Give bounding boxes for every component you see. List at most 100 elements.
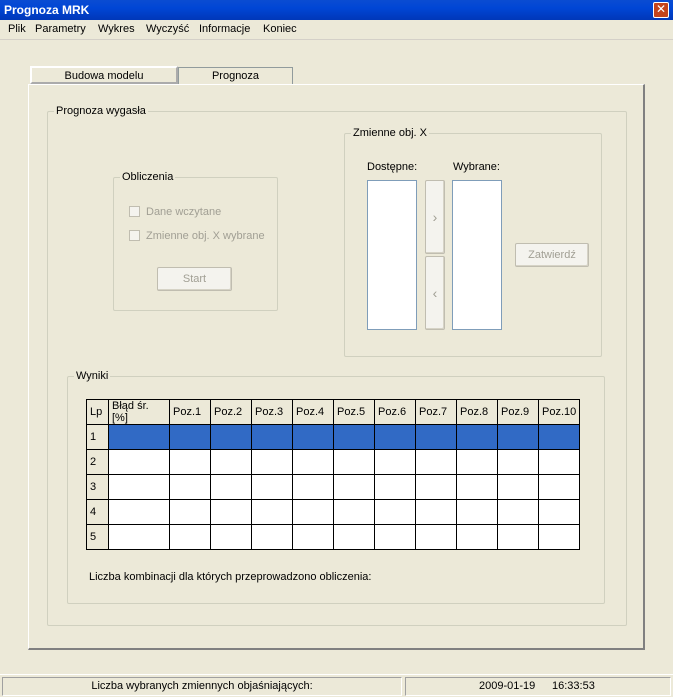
selected-label: Wybrane: [453,161,500,173]
title-bar[interactable]: Prognoza MRK ✕ [0,0,673,20]
data-loaded-label: Dane wczytane [146,206,222,218]
grid-cell[interactable] [456,524,498,550]
col-header-blad[interactable]: Błąd śr. [%] [108,399,170,425]
menu-item-parametry[interactable]: Parametry [35,23,86,35]
grid-cell[interactable] [497,499,539,525]
col-header-poz3[interactable]: Poz.3 [251,399,293,425]
menu-item-koniec[interactable]: Koniec [263,23,297,35]
table-row[interactable]: 1 [86,424,581,450]
results-grid[interactable]: Lp Błąd śr. [%] Poz.1 Poz.2 Poz.3 Poz.4 … [86,399,581,550]
menu-item-wyczysc[interactable]: Wyczyść [146,23,189,35]
grid-cell[interactable] [210,424,252,450]
tab-budowa-modelu[interactable]: Budowa modelu [30,66,178,84]
wyniki-group-title: Wyniki [74,370,111,382]
grid-cell[interactable] [108,499,170,525]
grid-cell[interactable] [415,524,457,550]
grid-cell[interactable] [108,524,170,550]
grid-cell[interactable] [333,424,375,450]
grid-cell[interactable] [251,524,293,550]
grid-cell[interactable] [251,499,293,525]
grid-cell[interactable] [251,449,293,475]
grid-cell[interactable] [374,449,416,475]
grid-cell[interactable] [169,449,211,475]
grid-cell[interactable] [537,424,581,450]
grid-cell[interactable] [333,449,375,475]
menu-item-plik[interactable]: Plik [8,23,26,35]
grid-cell[interactable] [108,424,170,450]
close-icon[interactable]: ✕ [653,2,669,18]
zmienne-group-title: Zmienne obj. X [351,127,429,139]
table-row[interactable]: 2 [86,449,581,475]
data-loaded-checkbox[interactable] [129,206,140,217]
grid-cell[interactable] [292,474,334,500]
col-header-poz4[interactable]: Poz.4 [292,399,334,425]
col-header-poz6[interactable]: Poz.6 [374,399,416,425]
col-header-poz8[interactable]: Poz.8 [456,399,498,425]
grid-cell[interactable] [169,524,211,550]
selected-vars-list[interactable] [452,180,502,330]
menu-item-informacje[interactable]: Informacje [199,23,250,35]
combinations-label: Liczba kombinacji dla których przeprowad… [89,571,372,583]
confirm-button[interactable]: Zatwierdź [515,243,589,267]
grid-cell[interactable] [251,424,293,450]
grid-cell[interactable] [497,424,539,450]
menu-item-wykres[interactable]: Wykres [98,23,135,35]
col-header-lp[interactable]: Lp [86,399,109,425]
start-button[interactable]: Start [157,267,232,291]
row-number: 4 [86,499,109,525]
table-row[interactable]: 3 [86,474,581,500]
grid-cell[interactable] [456,424,498,450]
col-header-poz2[interactable]: Poz.2 [210,399,252,425]
grid-cell[interactable] [537,499,581,525]
grid-cell[interactable] [333,499,375,525]
grid-cell[interactable] [537,474,581,500]
grid-cell[interactable] [456,474,498,500]
grid-cell[interactable] [374,474,416,500]
grid-cell[interactable] [537,524,581,550]
grid-cell[interactable] [456,449,498,475]
grid-cell[interactable] [537,449,581,475]
grid-cell[interactable] [333,474,375,500]
grid-cell[interactable] [292,449,334,475]
grid-cell[interactable] [292,524,334,550]
move-right-button[interactable]: › [425,180,445,254]
grid-cell[interactable] [108,449,170,475]
col-header-poz1[interactable]: Poz.1 [169,399,211,425]
status-selected-vars: Liczba wybranych zmiennych objaśniającyc… [2,677,402,696]
grid-cell[interactable] [169,474,211,500]
grid-cell[interactable] [210,499,252,525]
grid-cell[interactable] [415,449,457,475]
grid-cell[interactable] [210,524,252,550]
grid-cell[interactable] [292,424,334,450]
grid-cell[interactable] [108,474,170,500]
grid-cell[interactable] [497,474,539,500]
grid-cell[interactable] [415,424,457,450]
table-row[interactable]: 5 [86,524,581,550]
grid-cell[interactable] [374,499,416,525]
menu-bar: Plik Parametry Wykres Wyczyść Informacje… [0,20,673,40]
grid-cell[interactable] [169,499,211,525]
col-header-poz9[interactable]: Poz.9 [497,399,539,425]
vars-selected-checkbox[interactable] [129,230,140,241]
grid-header-row: Lp Błąd śr. [%] Poz.1 Poz.2 Poz.3 Poz.4 … [86,399,581,425]
grid-cell[interactable] [169,424,211,450]
col-header-poz7[interactable]: Poz.7 [415,399,457,425]
grid-cell[interactable] [415,474,457,500]
table-row[interactable]: 4 [86,499,581,525]
col-header-poz10[interactable]: Poz.10 [537,399,581,425]
grid-cell[interactable] [210,474,252,500]
grid-cell[interactable] [456,499,498,525]
grid-cell[interactable] [251,474,293,500]
grid-cell[interactable] [497,524,539,550]
grid-cell[interactable] [374,424,416,450]
grid-cell[interactable] [210,449,252,475]
grid-cell[interactable] [415,499,457,525]
available-vars-list[interactable] [367,180,417,330]
col-header-poz5[interactable]: Poz.5 [333,399,375,425]
move-left-button[interactable]: ‹ [425,256,445,330]
tab-prognoza[interactable]: Prognoza [178,67,293,85]
grid-cell[interactable] [292,499,334,525]
grid-cell[interactable] [333,524,375,550]
grid-cell[interactable] [374,524,416,550]
grid-cell[interactable] [497,449,539,475]
